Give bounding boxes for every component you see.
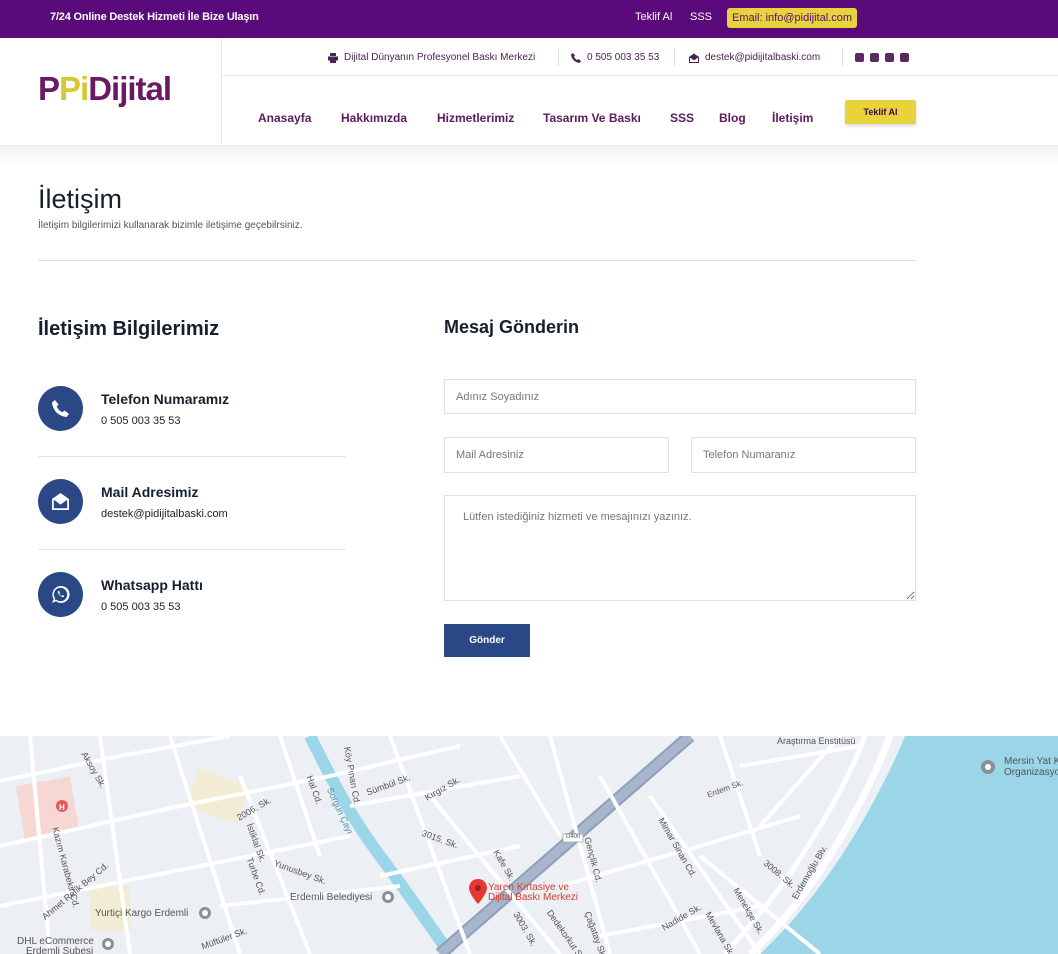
logo-pi: Pi xyxy=(59,70,89,107)
phone-text: 0 505 003 35 53 xyxy=(587,52,660,63)
contact-item-label: Telefon Numaramız xyxy=(101,391,230,407)
youtube-icon[interactable] xyxy=(900,53,909,62)
phone-info[interactable]: 0 505 003 35 53 xyxy=(571,52,659,63)
mail-open-icon xyxy=(52,493,69,510)
tagline-text: Dijital Dünyanın Profesyonel Baskı Merke… xyxy=(344,52,536,63)
map-canvas: H xyxy=(0,736,1058,954)
twitter-icon[interactable] xyxy=(870,53,879,62)
name-input[interactable] xyxy=(444,379,916,414)
site-logo[interactable]: PPiDijital xyxy=(38,70,172,108)
contact-item-value: destek@pidijitalbaski.com xyxy=(101,508,228,520)
nav-about[interactable]: Hakkımızda xyxy=(341,111,407,125)
title-divider xyxy=(38,260,916,261)
contact-divider xyxy=(38,456,346,457)
divider xyxy=(558,49,559,66)
page-title: İletişim xyxy=(38,184,123,214)
logo-letter: P xyxy=(38,70,60,107)
message-textarea[interactable] xyxy=(444,495,916,601)
map-embed[interactable]: H D400 Kazım Karabekir Cd. Aksoy Sk. Ahm… xyxy=(0,736,1058,954)
divider xyxy=(674,49,675,66)
map-label: Mersin Yat K. xyxy=(1004,756,1058,767)
send-button[interactable]: Gönder xyxy=(444,624,530,657)
top-bar: 7/24 Online Destek Hizmeti İle Bize Ulaş… xyxy=(0,0,1058,38)
topbar-quote-link[interactable]: Teklif Al xyxy=(635,11,672,23)
email-text: destek@pidijitalbaski.com xyxy=(705,52,821,63)
whatsapp-circle xyxy=(38,572,83,617)
nav-design-print[interactable]: Tasarım Ve Baskı xyxy=(543,111,641,125)
email-info[interactable]: destek@pidijitalbaski.com xyxy=(689,52,820,63)
phone-icon xyxy=(571,52,581,63)
logo-cell: PPiDijital xyxy=(0,38,222,146)
svg-text:H: H xyxy=(59,803,65,812)
instagram-icon[interactable] xyxy=(885,53,894,62)
mail-input[interactable] xyxy=(444,437,669,473)
contact-item-value: 0 505 003 35 53 xyxy=(101,601,181,613)
contact-item-value: 0 505 003 35 53 xyxy=(101,415,181,427)
contact-item-label: Mail Adresimiz xyxy=(101,484,199,500)
phone-icon xyxy=(52,400,69,417)
nav-faq[interactable]: SSS xyxy=(670,111,694,125)
envelope-open-icon xyxy=(689,53,699,63)
map-label: Araştırma Enstitüsü xyxy=(777,736,856,746)
form-title: Mesaj Gönderin xyxy=(444,317,580,337)
social-links xyxy=(855,53,909,62)
topbar-email-pill[interactable]: Email: info@pidijital.com xyxy=(727,8,857,28)
page-subtitle: İletişim bilgilerimizi kullanarak biziml… xyxy=(38,220,303,231)
pin-label-line2: Dijital Baskı Merkezi xyxy=(488,892,579,903)
topbar-faq-link[interactable]: SSS xyxy=(690,11,712,23)
nav-services[interactable]: Hizmetlerimiz xyxy=(437,111,514,125)
map-label: Erdemli Belediyesi xyxy=(290,892,373,903)
contact-item-label: Whatsapp Hattı xyxy=(101,577,203,593)
support-slogan: 7/24 Online Destek Hizmeti İle Bize Ulaş… xyxy=(50,11,259,23)
nav-contact[interactable]: İletişim xyxy=(772,111,813,125)
divider xyxy=(842,49,843,66)
map-label: Yurtiçi Kargo Erdemli xyxy=(95,908,189,919)
facebook-icon[interactable] xyxy=(855,53,864,62)
map-label: Organizasyo xyxy=(1004,767,1058,778)
contact-divider xyxy=(38,549,346,550)
contact-info-title: İletişim Bilgilerimiz xyxy=(38,318,220,340)
phone-circle xyxy=(38,386,83,431)
header-quote-button[interactable]: Teklif Al xyxy=(845,100,916,124)
phone-input[interactable] xyxy=(691,437,916,473)
nav-blog[interactable]: Blog xyxy=(719,111,746,125)
map-label: D400 xyxy=(566,834,581,840)
map-label: Erdemli Şubesi xyxy=(26,946,94,954)
mail-circle xyxy=(38,479,83,524)
tagline-info: Dijital Dünyanın Profesyonel Baskı Merke… xyxy=(328,52,535,63)
header-info-bar: Dijital Dünyanın Profesyonel Baskı Merke… xyxy=(222,38,1058,76)
whatsapp-icon xyxy=(52,585,70,603)
nav-home[interactable]: Anasayfa xyxy=(258,111,311,125)
site-header: PPiDijital Dijital Dünyanın Profesyonel … xyxy=(0,38,1058,146)
logo-dijital: Dijital xyxy=(88,70,172,107)
header-shadow xyxy=(0,146,1058,164)
printer-icon xyxy=(328,52,338,63)
